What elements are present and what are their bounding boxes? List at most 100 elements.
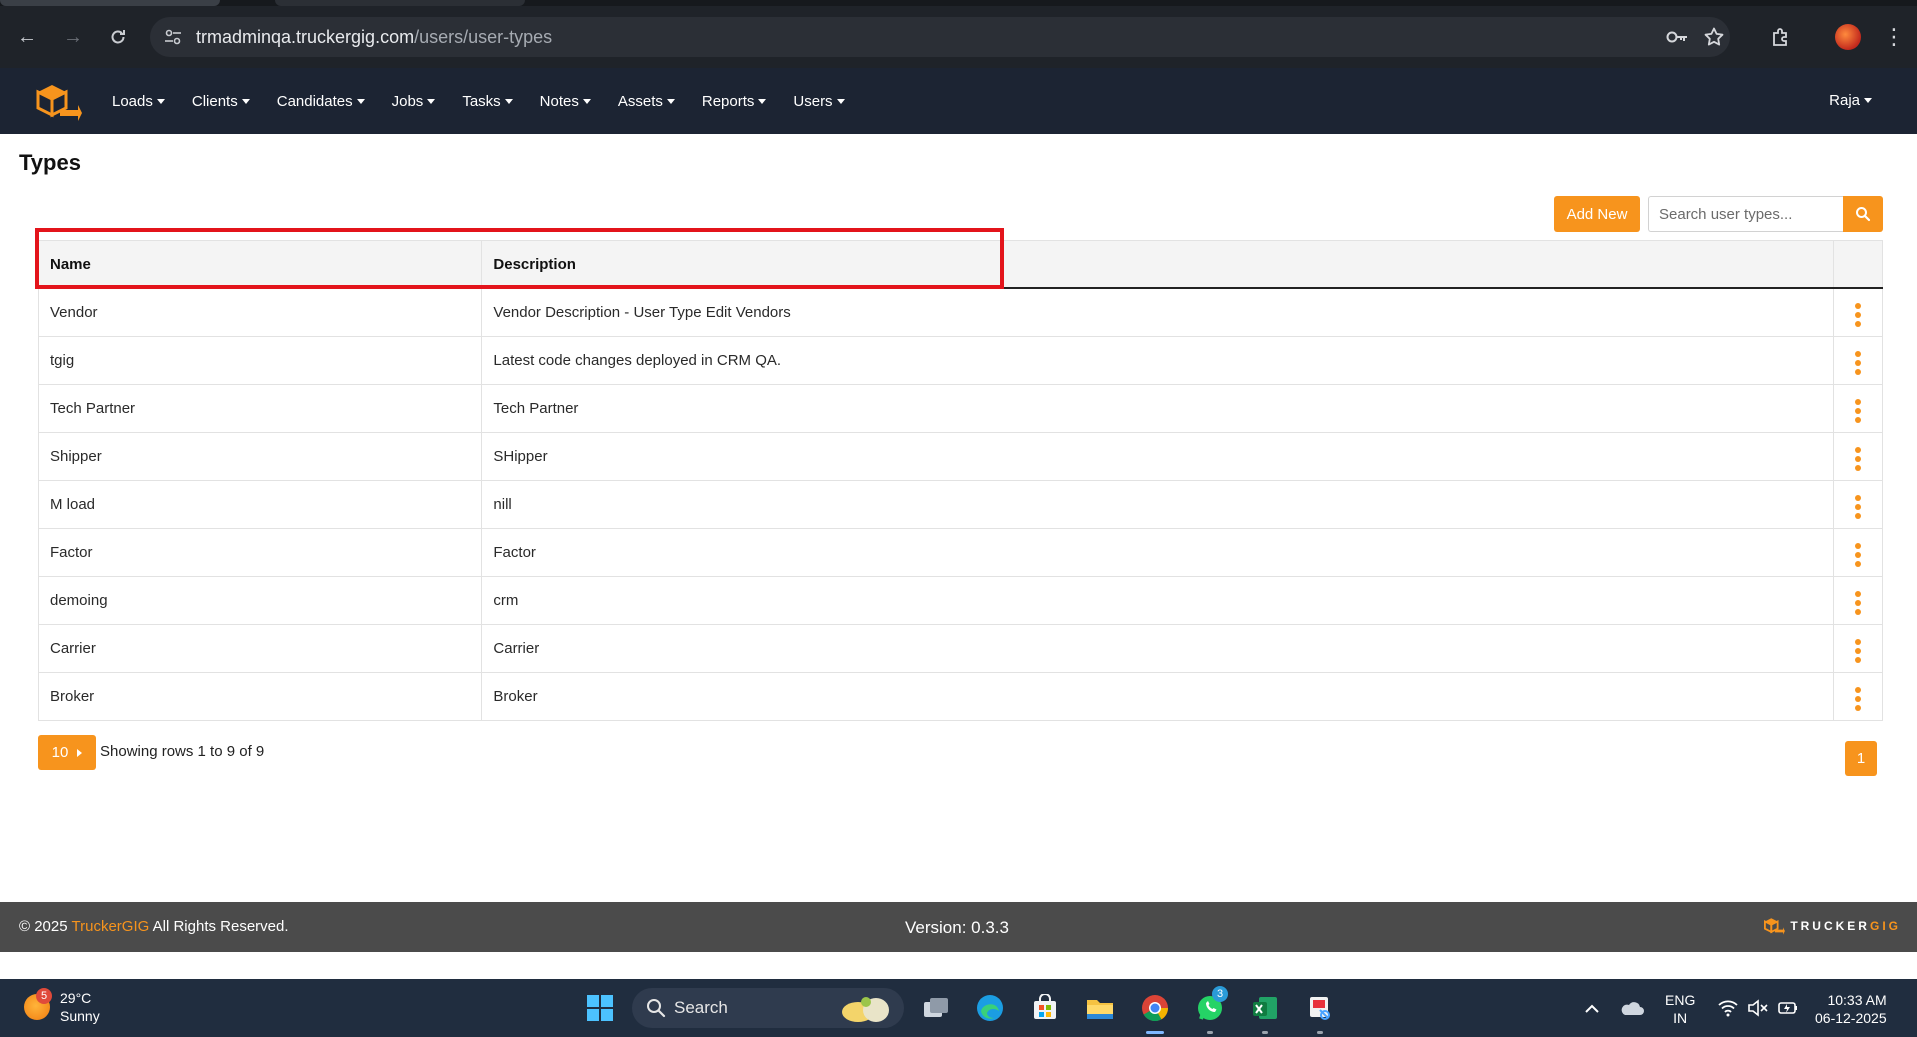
more-options-icon[interactable] [1854, 446, 1861, 473]
search-button[interactable] [1843, 196, 1883, 232]
back-icon[interactable]: ← [12, 22, 42, 52]
weather-widget[interactable]: 5 29°C Sunny [24, 988, 100, 1025]
more-options-icon[interactable] [1854, 590, 1861, 617]
site-settings-icon[interactable] [162, 26, 184, 48]
menu-clients[interactable]: Clients [192, 93, 250, 110]
caret-down-icon [836, 98, 845, 104]
row-actions [1832, 287, 1884, 337]
profile-avatar[interactable] [1833, 22, 1863, 52]
column-header-name[interactable]: Name [37, 240, 483, 289]
column-header-description[interactable]: Description [481, 240, 1834, 289]
cell-description: SHipper [481, 432, 1834, 481]
menu-label: Loads [112, 92, 153, 110]
browser-tab[interactable] [275, 0, 525, 6]
task-view-icon[interactable] [918, 990, 954, 1026]
battery-icon[interactable] [1770, 990, 1806, 1026]
excel-running-indicator [1262, 1031, 1268, 1034]
temperature: 29°C [60, 990, 92, 1006]
reload-icon[interactable] [103, 22, 133, 52]
excel-icon[interactable] [1247, 990, 1283, 1026]
menu-label: Assets [617, 92, 663, 110]
taskbar-search[interactable]: Search [632, 988, 904, 1028]
more-options-icon[interactable] [1854, 638, 1861, 665]
copyright: © 2025 TruckerGIG All Rights Reserved. [19, 918, 289, 935]
cell-description: Tech Partner [481, 384, 1834, 433]
footer-logo: TRUCKERGIG [1763, 916, 1901, 936]
more-options-icon[interactable] [1854, 350, 1861, 377]
more-options-icon[interactable] [1854, 686, 1861, 713]
row-actions [1832, 432, 1884, 481]
browser-menu-icon[interactable]: ⋮ [1879, 22, 1909, 52]
truckergig-logo[interactable] [34, 80, 82, 124]
menu-reports[interactable]: Reports [702, 93, 767, 110]
cell-description: crm [481, 576, 1834, 625]
search-input[interactable] [1648, 196, 1843, 232]
url-path: /users/user-types [414, 27, 553, 47]
cell-name: Carrier [37, 624, 483, 673]
cell-description: Vendor Description - User Type Edit Vend… [481, 287, 1834, 337]
cell-name: tgig [37, 336, 483, 385]
menu-loads[interactable]: Loads [112, 93, 165, 110]
menu-jobs[interactable]: Jobs [392, 93, 436, 110]
copyright-suffix: All Rights Reserved. [149, 918, 289, 935]
windows-taskbar: 5 29°C Sunny Search 3 ENG IN 10:33 AM 06… [0, 979, 1917, 1037]
lang-code: ENG [1665, 992, 1696, 1008]
caret-down-icon [241, 98, 250, 104]
logo-word-trucker: TRUCKER [1790, 919, 1870, 933]
menu-tasks[interactable]: Tasks [462, 92, 513, 110]
show-hidden-icons[interactable] [1574, 990, 1610, 1026]
page-size-button[interactable]: 10 [38, 735, 96, 770]
snipping-running-indicator [1317, 1031, 1323, 1034]
footer-brand-link[interactable]: TruckerGIG [72, 918, 150, 935]
clock-time: 10:33 AM [1827, 992, 1887, 1008]
menu-assets[interactable]: Assets [618, 93, 675, 110]
table-row: Tech Partner Tech Partner [37, 384, 1884, 433]
user-menu[interactable]: Raja [1829, 92, 1872, 109]
caret-right-icon [77, 748, 83, 757]
extensions-icon[interactable] [1765, 22, 1795, 52]
onedrive-icon[interactable] [1614, 990, 1650, 1026]
more-options-icon[interactable] [1854, 542, 1861, 569]
menu-candidates[interactable]: Candidates [277, 93, 365, 110]
user-types-table: Name Description Vendor Vendor Descripti… [37, 240, 1884, 721]
windows-start-icon[interactable] [582, 990, 618, 1026]
more-options-icon[interactable] [1854, 302, 1861, 329]
menu-notes[interactable]: Notes [540, 93, 591, 110]
menu-label: Clients [191, 92, 238, 110]
snipping-tool-icon[interactable] [1302, 990, 1338, 1026]
cell-description: Carrier [481, 624, 1834, 673]
footer-logo-text: TRUCKERGIG [1790, 919, 1901, 933]
clock-date: 06-12-2025 [1815, 1010, 1887, 1026]
taskbar-search-label: Search [674, 998, 728, 1017]
whatsapp-icon[interactable]: 3 [1192, 986, 1228, 1026]
caret-down-icon [666, 98, 675, 104]
browser-tab-active[interactable] [0, 0, 220, 6]
password-key-icon[interactable] [1665, 26, 1687, 48]
row-actions [1832, 624, 1884, 673]
file-explorer-icon[interactable] [1082, 990, 1118, 1026]
language-indicator[interactable]: ENG IN [1665, 991, 1695, 1027]
add-new-button[interactable]: Add New [1554, 196, 1640, 232]
cell-name: M load [37, 480, 483, 529]
caret-down-icon [427, 98, 436, 104]
menu-users[interactable]: Users [793, 93, 845, 110]
microsoft-store-icon[interactable] [1027, 990, 1063, 1026]
menu-label: Tasks [462, 92, 501, 110]
more-options-icon[interactable] [1854, 398, 1861, 425]
row-actions [1832, 528, 1884, 577]
avatar [1835, 24, 1861, 50]
tab-strip [0, 0, 1917, 6]
clock[interactable]: 10:33 AM 06-12-2025 [1815, 991, 1887, 1027]
chrome-icon[interactable] [1137, 990, 1173, 1026]
weather-badge: 5 [36, 988, 52, 1004]
table-row: tgig Latest code changes deployed in CRM… [37, 336, 1884, 385]
edge-icon[interactable] [972, 990, 1008, 1026]
more-options-icon[interactable] [1854, 494, 1861, 521]
address-bar[interactable]: trmadminqa.truckergig.com/users/user-typ… [150, 17, 1730, 57]
forward-icon[interactable]: → [58, 22, 88, 52]
page-1-button[interactable]: 1 [1845, 741, 1877, 776]
url-text[interactable]: trmadminqa.truckergig.com/users/user-typ… [196, 27, 552, 48]
menu-label: Candidates [276, 92, 353, 110]
caret-down-icon [356, 98, 365, 104]
bookmark-star-icon[interactable] [1703, 26, 1725, 48]
